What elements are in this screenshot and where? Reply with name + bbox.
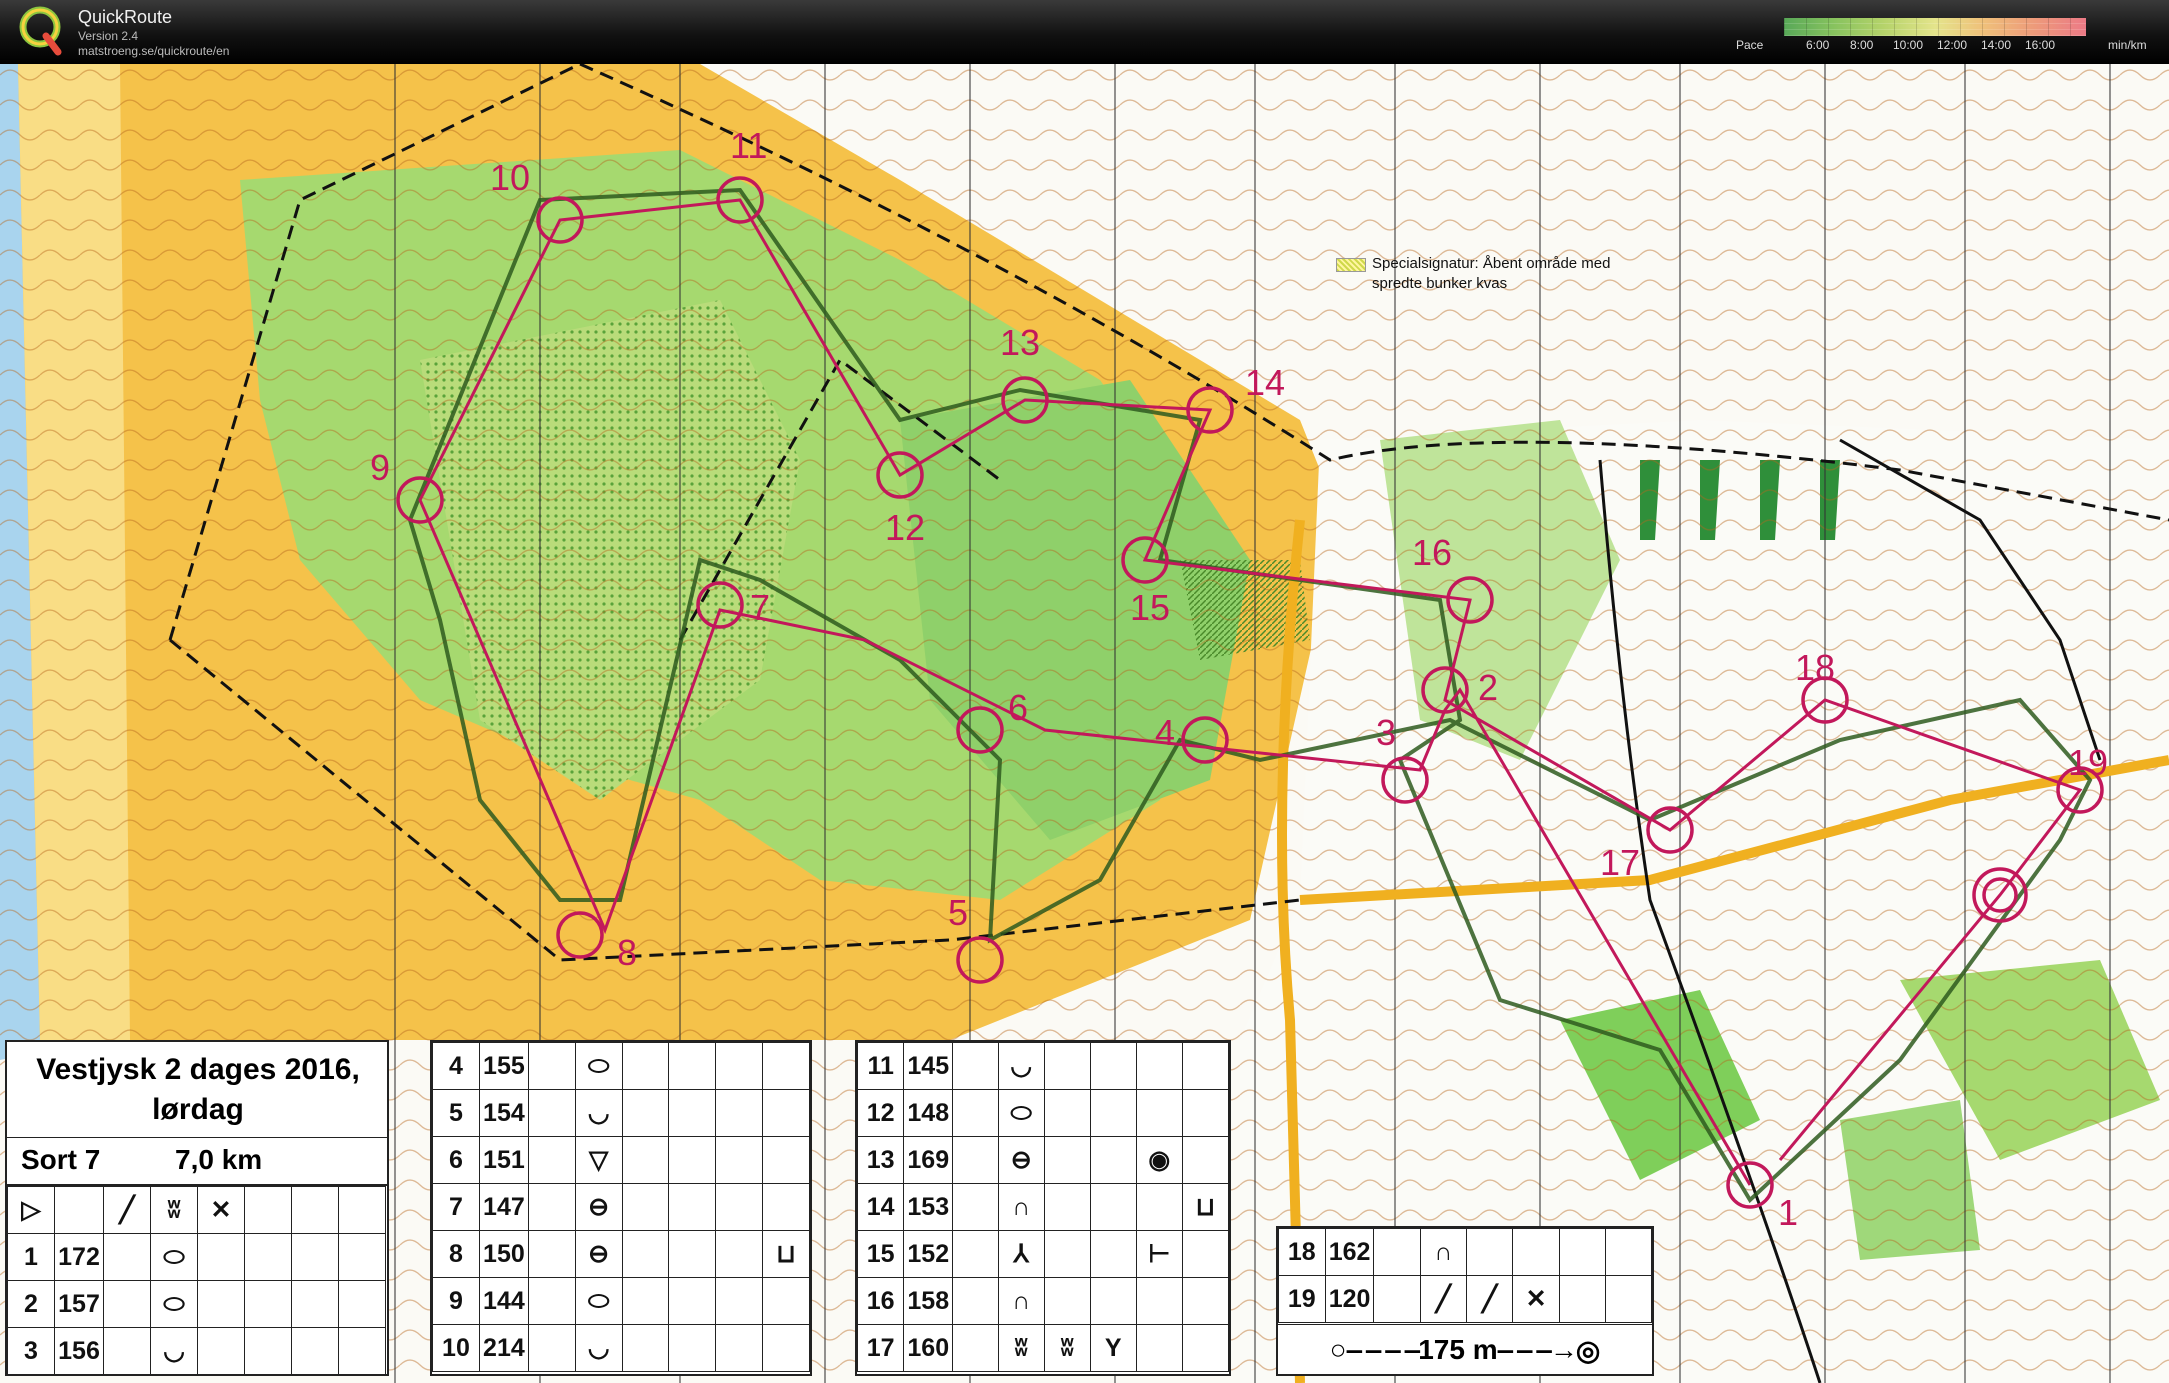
control-label: 12	[885, 507, 925, 548]
control-label: 4	[1155, 712, 1175, 753]
app-url[interactable]: matstroeng.se/quickroute/en	[78, 44, 229, 58]
distance-to-finish: 175 m	[1418, 1334, 1498, 1365]
pace-tick: 14:00	[1981, 38, 2012, 52]
table-row: 15 152 ⅄ ⊢	[856, 1230, 1230, 1278]
control-label: 13	[1000, 322, 1040, 363]
drink-cup-icon: ⊔	[1181, 1183, 1230, 1231]
app-title: QuickRoute	[78, 7, 173, 27]
table-row: 19 120 ╱ ╱ ✕	[1278, 1275, 1653, 1323]
control-description-card-1: Vestjysk 2 dages 2016, lørdag Sort 7 7,0…	[5, 1040, 389, 1376]
control-label: 10	[490, 157, 530, 198]
control-label: 18	[1795, 647, 1835, 688]
table-row: 8 150 ⊖ ⊔	[432, 1230, 810, 1278]
pace-label: Pace	[1736, 38, 1764, 52]
start-triangle-icon: ▷	[7, 1186, 55, 1234]
depression-icon: ◡	[150, 1327, 198, 1375]
knoll-icon: ⬭	[150, 1233, 198, 1281]
app-header: QuickRoute Version 2.4 matstroeng.se/qui…	[0, 0, 2169, 64]
control-label: 9	[370, 447, 390, 488]
control-description-card-3: 11 145 ◡ 12 148 ⬭ 13 169 ⊖ ◉ 14 153 ∩ ⊔ 15 152 ⅄ ⊢ 16…	[855, 1040, 1231, 1376]
table-row: 6 151 ▽	[432, 1136, 810, 1184]
control-description-card-4: 18 162 ∩ 19 120 ╱ ╱ ✕ ○ ‒ ‒ ‒ ‒ 175 m ‒ ‒ ‒→ ◎	[1276, 1226, 1654, 1376]
table-row: 2 157 ⬭	[7, 1280, 386, 1328]
event-title-line: Vestjysk 2 dages 2016,	[36, 1053, 360, 1086]
control-label: 2	[1478, 667, 1498, 708]
table-row: 12 148 ⬭	[856, 1089, 1230, 1137]
description-table: ▷ ╱ ʬ ✕ 1 172 ⬭ 2 157 ⬭ 3 156 ◡	[7, 1186, 386, 1375]
control-description-card-2: 4 155 ⬭ 5 154 ◡ 6 151 ▽ 7 147 ⊖ 8 150 ⊖ ⊔ 9 144 ⬭ 10 2…	[430, 1040, 812, 1376]
table-row: 17 160 ʬ ʬ Y	[856, 1324, 1230, 1372]
table-row: 5 154 ◡	[432, 1089, 810, 1137]
finish-distance-row: ○ ‒ ‒ ‒ ‒ 175 m ‒ ‒ ‒→ ◎	[1278, 1324, 1652, 1375]
control-label: 16	[1412, 532, 1452, 573]
table-row: 4 155 ⬭	[432, 1042, 810, 1090]
knoll-icon: ⬭	[150, 1280, 198, 1328]
control-label: 3	[1376, 712, 1396, 753]
control-label: 6	[1008, 687, 1028, 728]
slash-icon: ╱	[103, 1186, 151, 1234]
control-label: 11	[730, 125, 767, 166]
app-version: Version 2.4	[78, 29, 139, 43]
finish-circle-icon: ◎	[1575, 1334, 1601, 1366]
pace-tick: 12:00	[1937, 38, 1968, 52]
table-row: 9 144 ⬭	[432, 1277, 810, 1325]
control-label: 1	[1778, 1192, 1798, 1233]
control-label: 17	[1600, 842, 1640, 883]
event-title: Vestjysk 2 dages 2016, lørdag	[7, 1042, 389, 1138]
course-class: Sort 7	[21, 1144, 101, 1175]
table-row: 11 145 ◡	[856, 1042, 1230, 1090]
pace-tick: 6:00	[1806, 38, 1830, 52]
map-legend: Specialsignatur: Åbent område med spredt…	[1372, 254, 1672, 294]
description-table: 11 145 ◡ 12 148 ⬭ 13 169 ⊖ ◉ 14 153 ∩ ⊔ 15 152 ⅄ ⊢ 16…	[856, 1042, 1230, 1372]
table-row: 14 153 ∩ ⊔	[856, 1183, 1230, 1231]
vegetation-icon: ʬ	[150, 1186, 198, 1234]
description-table: 18 162 ∩ 19 120 ╱ ╱ ✕	[1278, 1228, 1653, 1323]
control-label: 14	[1245, 362, 1285, 403]
legend-line: Specialsignatur: Åbent område med	[1372, 255, 1611, 272]
table-row: 10 214 ◡	[432, 1324, 810, 1372]
pace-unit: min/km	[2108, 38, 2147, 52]
drink-cup-icon: ⊔	[762, 1230, 810, 1278]
cross-icon: ✕	[197, 1186, 245, 1234]
control-label: 15	[1130, 587, 1170, 628]
table-row: 7 147 ⊖	[432, 1183, 810, 1231]
table-row: 18 162 ∩	[1278, 1228, 1653, 1276]
quickroute-logo-icon	[19, 6, 62, 56]
table-row: 16 158 ∩	[856, 1277, 1230, 1325]
description-table: 4 155 ⬭ 5 154 ◡ 6 151 ▽ 7 147 ⊖ 8 150 ⊖ ⊔ 9 144 ⬭ 10 2…	[432, 1042, 810, 1372]
control-label: 7	[750, 587, 770, 628]
pace-color-scale	[1784, 18, 2086, 36]
table-row: 13 169 ⊖ ◉	[856, 1136, 1230, 1184]
event-title-line: lørdag	[152, 1093, 244, 1126]
control-label: 19	[2068, 742, 2108, 783]
legend-swatch	[1336, 258, 1366, 272]
control-label: 5	[948, 892, 968, 933]
pace-tick: 10:00	[1893, 38, 1924, 52]
table-row: 1 172 ⬭	[7, 1233, 386, 1281]
control-circle-icon: ○	[1329, 1334, 1347, 1365]
table-row: 3 156 ◡	[7, 1327, 386, 1375]
pace-tick: 16:00	[2025, 38, 2056, 52]
control-label: 8	[617, 932, 637, 973]
pace-tick: 8:00	[1850, 38, 1874, 52]
legend-line: spredte bunker kvas	[1372, 275, 1508, 292]
course-length: 7,0 km	[175, 1144, 263, 1175]
